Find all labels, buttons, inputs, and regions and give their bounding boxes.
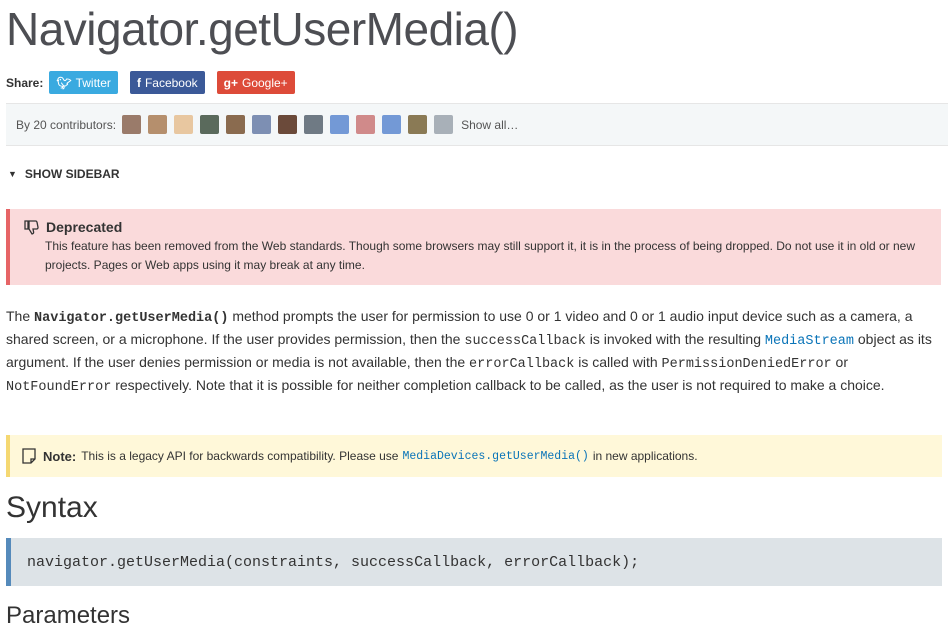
- googleplus-icon: g+: [223, 75, 238, 90]
- contributor-avatar[interactable]: [330, 115, 350, 134]
- twitter-share-button[interactable]: 🐦︎ Twitter: [49, 71, 118, 94]
- intro-text: is invoked with the resulting: [585, 331, 765, 347]
- note-label: Note:: [43, 448, 77, 464]
- facebook-icon: f: [136, 75, 141, 90]
- not-found-error-code: NotFoundError: [6, 380, 112, 395]
- intro-text: or: [831, 354, 849, 370]
- note-text-end: in new applications.: [592, 449, 698, 463]
- deprecated-text: This feature has been removed from the W…: [45, 239, 916, 272]
- contributor-avatar[interactable]: [252, 115, 272, 134]
- contributor-avatar[interactable]: [304, 115, 324, 134]
- show-sidebar-toggle[interactable]: ▼ SHOW SIDEBAR: [8, 167, 120, 181]
- facebook-label: Facebook: [144, 75, 198, 90]
- contributor-avatar[interactable]: [356, 115, 376, 134]
- contributor-avatar[interactable]: [408, 115, 428, 134]
- note-icon: [22, 448, 36, 464]
- contributor-avatar[interactable]: [148, 115, 168, 134]
- show-all-contributors-link[interactable]: Show all…: [461, 118, 518, 132]
- error-callback-code: errorCallback: [469, 357, 575, 372]
- intro-text: respectively. Note that it is possible f…: [111, 377, 885, 393]
- contributors-bar: By 20 contributors: Show all…: [6, 103, 948, 146]
- contributors-label: By 20 contributors:: [16, 117, 117, 132]
- intro-paragraph: The Navigator.getUserMedia() method prom…: [6, 306, 942, 398]
- syntax-heading: Syntax: [6, 491, 98, 524]
- permission-denied-error-code: PermissionDeniedError: [661, 357, 832, 372]
- caret-down-icon: ▼: [8, 169, 17, 179]
- note-callout: Note: This is a legacy API for backwards…: [6, 435, 942, 477]
- deprecated-title: Deprecated: [46, 219, 123, 235]
- contributor-avatars: [122, 115, 460, 134]
- intro-text: is called with: [574, 354, 662, 370]
- deprecated-notice: Deprecated This feature has been removed…: [6, 209, 941, 285]
- contributor-avatar[interactable]: [200, 115, 220, 134]
- note-text: This is a legacy API for backwards compa…: [81, 449, 399, 463]
- twitter-label: Twitter: [75, 75, 111, 90]
- mediastream-link[interactable]: MediaStream: [765, 334, 854, 349]
- syntax-code-block: navigator.getUserMedia(constraints, succ…: [6, 538, 942, 586]
- twitter-icon: 🐦︎: [56, 75, 72, 90]
- googleplus-share-button[interactable]: g+ Google+: [216, 71, 295, 94]
- share-bar: Share: 🐦︎ Twitter f Facebook g+ Google+: [6, 71, 307, 94]
- googleplus-label: Google+: [241, 75, 288, 90]
- thumbs-down-icon: [24, 220, 39, 235]
- contributor-avatar[interactable]: [434, 115, 454, 134]
- share-label: Share:: [6, 75, 44, 90]
- contributor-avatar[interactable]: [122, 115, 142, 134]
- mediadevices-getusermedia-link[interactable]: MediaDevices.getUserMedia(): [402, 450, 588, 463]
- intro-text: The: [6, 308, 35, 324]
- contributor-avatar[interactable]: [174, 115, 194, 134]
- contributor-avatar[interactable]: [382, 115, 402, 134]
- method-name: Navigator.getUserMedia(): [34, 311, 229, 326]
- success-callback-code: successCallback: [464, 334, 586, 349]
- parameters-heading: Parameters: [6, 602, 131, 629]
- contributor-avatar[interactable]: [278, 115, 298, 134]
- page-title: Navigator.getUserMedia(): [6, 3, 519, 55]
- contributor-avatar[interactable]: [226, 115, 246, 134]
- facebook-share-button[interactable]: f Facebook: [129, 71, 205, 94]
- show-sidebar-label: SHOW SIDEBAR: [24, 167, 120, 181]
